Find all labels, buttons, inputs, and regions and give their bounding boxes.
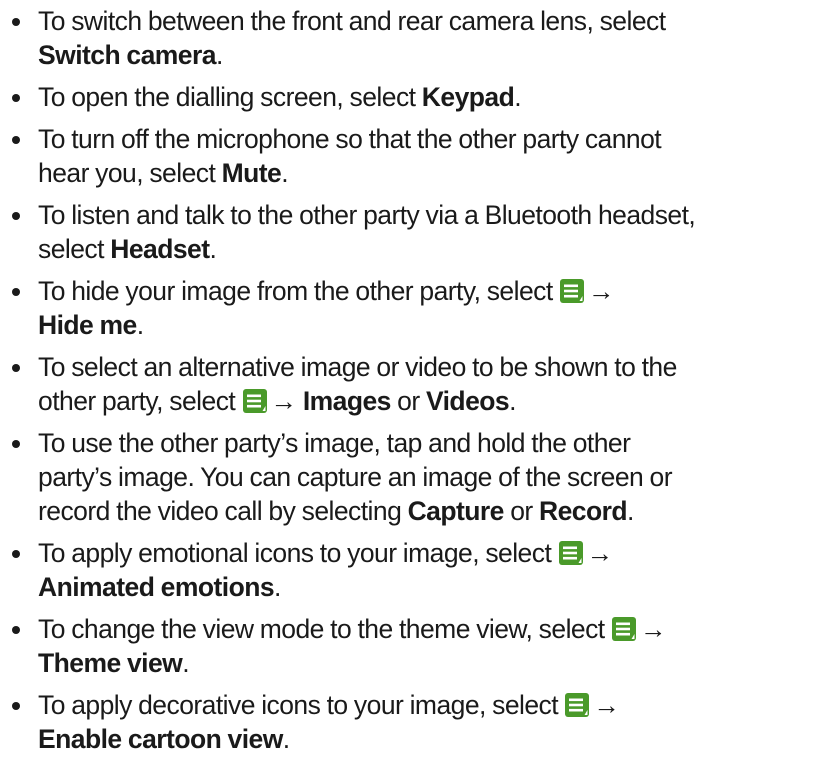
bullet-dot	[12, 440, 20, 448]
list-item-headset: To listen and talk to the other party vi…	[0, 198, 822, 266]
list-item-animated-emotions: To apply emotional icons to your image, …	[0, 536, 822, 604]
item-text: To switch between the front and rear cam…	[38, 6, 666, 36]
item-text: To use the other party’s image, tap and …	[38, 428, 631, 458]
instruction-list: To switch between the front and rear cam…	[0, 4, 822, 764]
bold-term: Headset	[110, 234, 210, 264]
bold-term: Record	[538, 496, 628, 526]
bold-term: Hide me	[38, 310, 137, 340]
item-text: To select an alternative image or video …	[38, 352, 677, 382]
bold-term: Theme view	[38, 648, 183, 678]
menu-icon	[611, 617, 636, 641]
bullet-dot	[12, 18, 20, 26]
item-text: To hide your image from the other party,…	[38, 276, 559, 306]
bullet-dot	[12, 212, 20, 220]
item-text: To open the dialling screen, select	[38, 82, 422, 112]
bullet-dot	[12, 136, 20, 144]
bullet-dot	[12, 550, 20, 558]
bold-term: Images	[302, 386, 392, 416]
bold-term: Keypad	[421, 82, 515, 112]
list-item-theme-view: To change the view mode to the theme vie…	[0, 612, 822, 680]
bullet-dot	[12, 626, 20, 634]
item-text: To listen and talk to the other party vi…	[38, 200, 696, 230]
bold-term: Capture	[407, 496, 505, 526]
arrow-glyph: →	[270, 386, 298, 416]
menu-icon	[242, 389, 267, 413]
list-item-images-videos: To select an alternative image or video …	[0, 350, 822, 418]
menu-icon	[559, 279, 584, 303]
arrow-glyph: →	[593, 690, 620, 720]
list-item-switch-camera: To switch between the front and rear cam…	[0, 4, 822, 72]
menu-icon	[558, 541, 583, 565]
menu-icon	[565, 693, 590, 717]
bold-term: Enable cartoon view	[38, 724, 283, 754]
list-item-hide-me: To hide your image from the other party,…	[0, 274, 822, 342]
list-item-capture-record: To use the other party’s image, tap and …	[0, 426, 822, 528]
bullet-dot	[12, 288, 20, 296]
arrow-glyph: →	[586, 538, 614, 568]
arrow-glyph: →	[639, 614, 667, 644]
bullet-dot	[12, 94, 20, 102]
list-item-cartoon-view: To apply decorative icons to your image,…	[0, 688, 822, 756]
item-text: To turn off the microphone so that the o…	[38, 124, 662, 154]
manual-page: To switch between the front and rear cam…	[0, 0, 822, 778]
bullet-dot	[12, 364, 20, 372]
item-text: To change the view mode to the theme vie…	[38, 614, 611, 644]
item-text: To apply emotional icons to your image, …	[38, 538, 558, 568]
arrow-glyph: →	[587, 276, 615, 306]
bold-term: Animated emotions	[38, 572, 275, 602]
list-item-mute: To turn off the microphone so that the o…	[0, 122, 822, 190]
bullet-dot	[12, 702, 20, 710]
bold-term: Switch camera	[38, 40, 217, 70]
bold-term: Videos	[425, 386, 510, 416]
item-text: To apply decorative icons to your image,…	[38, 690, 565, 720]
bold-term: Mute	[221, 158, 282, 188]
list-item-keypad: To open the dialling screen, select Keyp…	[0, 80, 822, 114]
